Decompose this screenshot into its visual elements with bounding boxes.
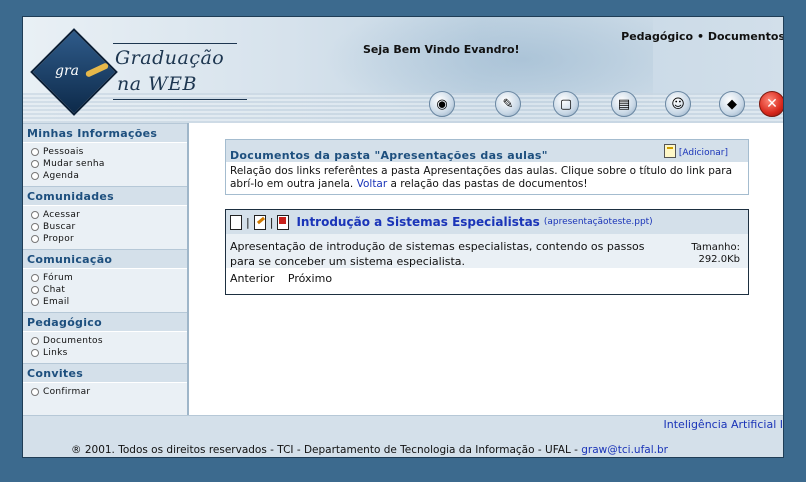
radio-bullet-icon xyxy=(31,211,39,219)
folder-info-box: Documentos da pasta "Apresentações das a… xyxy=(225,139,749,195)
edit-document-icon[interactable] xyxy=(253,214,266,230)
main-content: Documentos da pasta "Apresentações das a… xyxy=(191,123,783,415)
radio-bullet-icon xyxy=(31,274,39,282)
sidebar-section-title: Pedagógico xyxy=(23,312,187,332)
logo: gra Graduação na WEB xyxy=(30,28,247,116)
folder-header: Documentos da pasta "Apresentações das a… xyxy=(226,140,748,162)
sidebar-item-propor[interactable]: Propor xyxy=(31,233,187,245)
radio-bullet-icon xyxy=(31,349,39,357)
header: gra Graduação na WEB Seja Bem Vindo Evan… xyxy=(23,17,783,123)
sidebar-section-title: Minhas Informações xyxy=(23,123,187,143)
sidebar-item-email[interactable]: Email xyxy=(31,296,187,308)
sidebar-item-agenda[interactable]: Agenda xyxy=(31,170,187,182)
globe-user-icon[interactable]: ◉ xyxy=(429,91,455,117)
document-pagination: Anterior Próximo xyxy=(226,268,748,289)
sidebar-item-confirmar[interactable]: Confirmar xyxy=(31,386,187,398)
sidebar-section-title: Convites xyxy=(23,363,187,383)
course-link[interactable]: Inteligência Artificial I xyxy=(664,418,783,431)
sidebar-item-label: Fórum xyxy=(43,273,74,283)
document-size: Tamanho: 292.0Kb xyxy=(691,242,740,266)
radio-bullet-icon xyxy=(31,337,39,345)
sidebar-item-label: Mudar senha xyxy=(43,159,105,169)
separator: | xyxy=(246,215,250,229)
sidebar-item-links[interactable]: Links xyxy=(31,347,187,359)
sidebar-section-convites: Convites Confirmar xyxy=(23,363,187,402)
nav-separator: • xyxy=(696,30,704,43)
radio-bullet-icon xyxy=(31,235,39,243)
logo-title-line1: Graduação xyxy=(115,47,225,69)
sidebar-section-minhas-informacoes: Minhas Informações Pessoais Mudar senha … xyxy=(23,123,187,186)
nav-pedagogico[interactable]: Pedagógico xyxy=(621,30,693,43)
book-icon[interactable]: ◆ xyxy=(719,91,745,117)
sidebar-item-buscar[interactable]: Buscar xyxy=(31,221,187,233)
sidebar-item-label: Buscar xyxy=(43,222,76,232)
document-body: Apresentação de introdução de sistemas e… xyxy=(226,234,748,268)
sidebar-item-mudar-senha[interactable]: Mudar senha xyxy=(31,158,187,170)
logo-rule xyxy=(113,43,237,44)
folder-description: Relação dos links referêntes a pasta Apr… xyxy=(226,162,748,194)
nav-documentos[interactable]: Documentos xyxy=(708,30,783,43)
sidebar-item-label: Acessar xyxy=(43,210,81,220)
sidebar-item-chat[interactable]: Chat xyxy=(31,284,187,296)
document-title-link[interactable]: Introdução a Sistemas Especialistas xyxy=(296,215,539,229)
document-header: | | Introdução a Sistemas Especialistas … xyxy=(226,210,748,234)
tools-icon[interactable]: ✎ xyxy=(495,91,521,117)
view-document-icon[interactable] xyxy=(230,214,242,230)
map-icon[interactable]: ▤ xyxy=(611,91,637,117)
breadcrumb: Pedagógico • Documentos xyxy=(621,30,783,43)
radio-bullet-icon xyxy=(31,286,39,294)
app-frame: gra Graduação na WEB Seja Bem Vindo Evan… xyxy=(22,16,784,458)
size-value: 292.0Kb xyxy=(698,254,740,265)
document-card: | | Introdução a Sistemas Especialistas … xyxy=(225,209,749,295)
sidebar-item-acessar[interactable]: Acessar xyxy=(31,209,187,221)
document-filename: (apresentaçãoteste.ppt) xyxy=(543,217,653,227)
sidebar-section-title: Comunidades xyxy=(23,186,187,206)
add-label: [Adicionar] xyxy=(678,148,728,158)
document-description: Apresentação de introdução de sistemas e… xyxy=(230,240,645,268)
radio-bullet-icon xyxy=(31,223,39,231)
separator: | xyxy=(269,215,274,229)
footer: Inteligência Artificial I ® 2001. Todos … xyxy=(23,415,783,457)
new-note-icon xyxy=(663,144,676,158)
logo-gra-text: gra xyxy=(55,63,80,79)
back-link[interactable]: Voltar xyxy=(357,178,388,190)
sidebar-item-label: Agenda xyxy=(43,171,80,181)
sidebar-item-pessoais[interactable]: Pessoais xyxy=(31,146,187,158)
sidebar: Minhas Informações Pessoais Mudar senha … xyxy=(23,123,189,415)
radio-bullet-icon xyxy=(31,172,39,180)
welcome-message: Seja Bem Vindo Evandro! xyxy=(363,43,520,56)
radio-bullet-icon xyxy=(31,298,39,306)
sidebar-section-title: Comunicação xyxy=(23,249,187,269)
copyright-text: ® 2001. Todos os direitos reservados - T… xyxy=(71,444,582,456)
delete-document-icon[interactable] xyxy=(277,214,290,230)
contact-email-link[interactable]: graw@tci.ufal.br xyxy=(581,444,668,456)
sidebar-item-label: Pessoais xyxy=(43,147,84,157)
sidebar-item-documentos[interactable]: Documentos xyxy=(31,335,187,347)
previous-button[interactable]: Anterior xyxy=(230,272,274,285)
add-document-button[interactable]: [Adicionar] xyxy=(663,144,728,158)
folder-desc-text-end: a relação das pastas de documentos! xyxy=(387,178,588,190)
logo-rule xyxy=(113,99,247,100)
logo-title-line2: na WEB xyxy=(117,73,197,95)
sidebar-item-label: Chat xyxy=(43,285,66,295)
sidebar-section-comunidades: Comunidades Acessar Buscar Propor xyxy=(23,186,187,249)
next-button[interactable]: Próximo xyxy=(288,272,332,285)
sidebar-section-pedagogico: Pedagógico Documentos Links xyxy=(23,312,187,363)
sidebar-item-label: Documentos xyxy=(43,336,103,346)
window-icon[interactable]: ▢ xyxy=(553,91,579,117)
folder-title: Documentos da pasta "Apresentações das a… xyxy=(230,149,548,162)
radio-bullet-icon xyxy=(31,148,39,156)
person-icon[interactable]: ☺ xyxy=(665,91,691,117)
sidebar-section-comunicacao: Comunicação Fórum Chat Email xyxy=(23,249,187,312)
radio-bullet-icon xyxy=(31,160,39,168)
sidebar-item-label: Email xyxy=(43,297,70,307)
sidebar-item-forum[interactable]: Fórum xyxy=(31,272,187,284)
sidebar-item-label: Confirmar xyxy=(43,387,91,397)
radio-bullet-icon xyxy=(31,388,39,396)
sidebar-item-label: Propor xyxy=(43,234,74,244)
sidebar-item-label: Links xyxy=(43,348,68,358)
size-label: Tamanho: xyxy=(691,242,740,253)
copyright: ® 2001. Todos os direitos reservados - T… xyxy=(71,444,668,456)
close-icon[interactable]: ✕ xyxy=(759,91,783,117)
